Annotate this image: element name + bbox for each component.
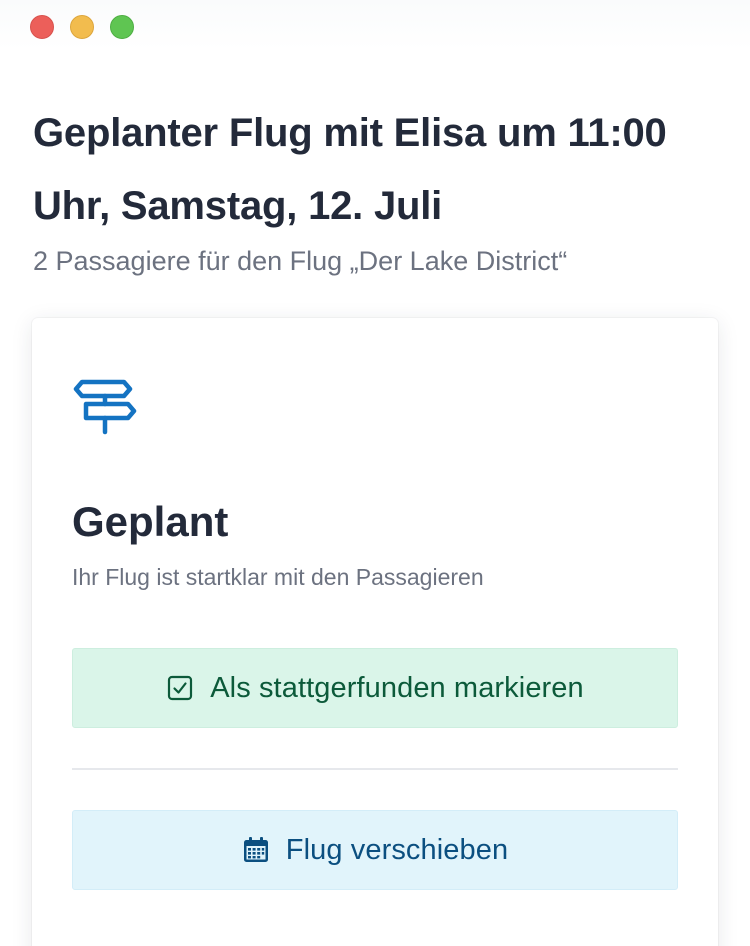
reschedule-flight-label: Flug verschieben xyxy=(285,833,509,866)
flight-status-card: Geplant Ihr Flug ist startklar mit den P… xyxy=(32,318,718,946)
reschedule-flight-button[interactable]: Flug verschieben xyxy=(72,810,678,890)
minimize-window-button[interactable] xyxy=(70,15,94,39)
signpost-icon xyxy=(73,379,137,435)
status-description: Ihr Flug ist startklar mit den Passagier… xyxy=(72,564,484,590)
status-title: Geplant xyxy=(72,498,229,545)
checkbox-check-icon xyxy=(168,675,193,701)
window-titlebar xyxy=(0,0,750,50)
close-window-button[interactable] xyxy=(30,15,54,39)
page-title: Geplanter Flug mit Elisa um 11:00 Uhr, S… xyxy=(33,111,667,228)
page-header: Geplanter Flug mit Elisa um 11:00 Uhr, S… xyxy=(33,97,723,279)
maximize-window-button[interactable] xyxy=(110,15,134,39)
calendar-icon xyxy=(243,837,268,862)
divider xyxy=(72,768,678,770)
mark-completed-label: Als stattgerfunden markieren xyxy=(210,671,584,704)
page-subtitle: 2 Passagiere für den Flug „Der Lake Dist… xyxy=(33,246,568,276)
mark-completed-button[interactable]: Als stattgerfunden markieren xyxy=(72,648,678,728)
app-window: Geplanter Flug mit Elisa um 11:00 Uhr, S… xyxy=(0,0,750,946)
